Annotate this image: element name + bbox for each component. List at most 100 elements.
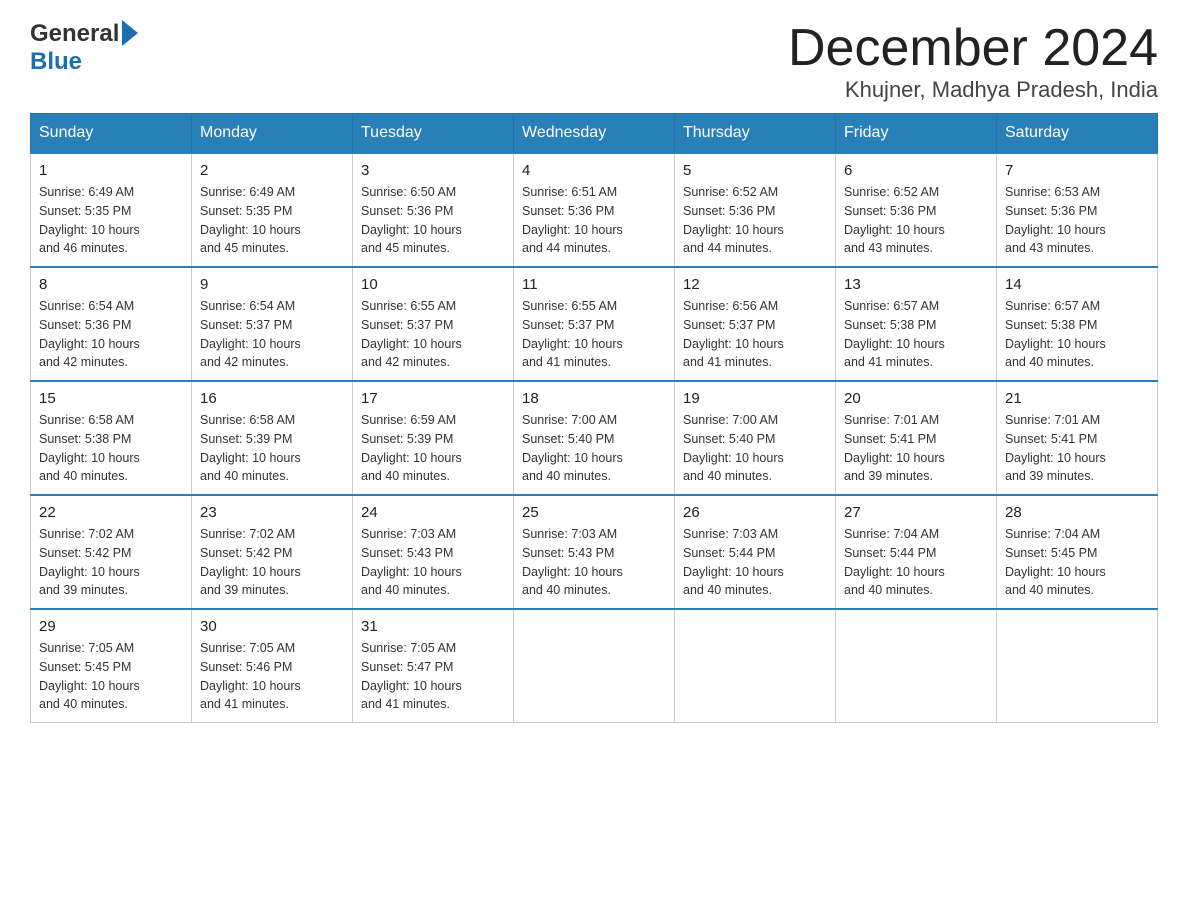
day-number: 4 xyxy=(522,162,666,179)
day-number: 6 xyxy=(844,162,988,179)
calendar-week-row: 8 Sunrise: 6:54 AM Sunset: 5:36 PM Dayli… xyxy=(31,267,1158,381)
day-info: Sunrise: 6:52 AM Sunset: 5:36 PM Dayligh… xyxy=(844,183,988,258)
col-header-saturday: Saturday xyxy=(997,114,1158,154)
day-number: 31 xyxy=(361,618,505,635)
col-header-wednesday: Wednesday xyxy=(514,114,675,154)
day-info: Sunrise: 6:59 AM Sunset: 5:39 PM Dayligh… xyxy=(361,411,505,486)
calendar-cell: 20 Sunrise: 7:01 AM Sunset: 5:41 PM Dayl… xyxy=(836,381,997,495)
calendar-cell: 2 Sunrise: 6:49 AM Sunset: 5:35 PM Dayli… xyxy=(192,153,353,267)
calendar-week-row: 29 Sunrise: 7:05 AM Sunset: 5:45 PM Dayl… xyxy=(31,609,1158,723)
calendar-week-row: 15 Sunrise: 6:58 AM Sunset: 5:38 PM Dayl… xyxy=(31,381,1158,495)
calendar-cell: 22 Sunrise: 7:02 AM Sunset: 5:42 PM Dayl… xyxy=(31,495,192,609)
page-header: General Blue December 2024 Khujner, Madh… xyxy=(30,20,1158,103)
calendar-cell: 3 Sunrise: 6:50 AM Sunset: 5:36 PM Dayli… xyxy=(353,153,514,267)
day-number: 19 xyxy=(683,390,827,407)
location-text: Khujner, Madhya Pradesh, India xyxy=(788,77,1158,103)
day-number: 7 xyxy=(1005,162,1149,179)
calendar-cell: 29 Sunrise: 7:05 AM Sunset: 5:45 PM Dayl… xyxy=(31,609,192,723)
day-info: Sunrise: 7:02 AM Sunset: 5:42 PM Dayligh… xyxy=(39,525,183,600)
day-number: 9 xyxy=(200,276,344,293)
calendar-cell: 16 Sunrise: 6:58 AM Sunset: 5:39 PM Dayl… xyxy=(192,381,353,495)
day-number: 26 xyxy=(683,504,827,521)
logo-blue-text: Blue xyxy=(30,48,138,76)
day-number: 30 xyxy=(200,618,344,635)
calendar-cell xyxy=(514,609,675,723)
day-info: Sunrise: 7:00 AM Sunset: 5:40 PM Dayligh… xyxy=(522,411,666,486)
calendar-week-row: 22 Sunrise: 7:02 AM Sunset: 5:42 PM Dayl… xyxy=(31,495,1158,609)
day-info: Sunrise: 7:03 AM Sunset: 5:43 PM Dayligh… xyxy=(361,525,505,600)
day-info: Sunrise: 6:54 AM Sunset: 5:37 PM Dayligh… xyxy=(200,297,344,372)
col-header-friday: Friday xyxy=(836,114,997,154)
calendar-cell: 11 Sunrise: 6:55 AM Sunset: 5:37 PM Dayl… xyxy=(514,267,675,381)
logo: General Blue xyxy=(30,20,138,76)
day-info: Sunrise: 6:57 AM Sunset: 5:38 PM Dayligh… xyxy=(844,297,988,372)
day-number: 10 xyxy=(361,276,505,293)
day-info: Sunrise: 6:58 AM Sunset: 5:39 PM Dayligh… xyxy=(200,411,344,486)
calendar-cell: 30 Sunrise: 7:05 AM Sunset: 5:46 PM Dayl… xyxy=(192,609,353,723)
day-info: Sunrise: 6:49 AM Sunset: 5:35 PM Dayligh… xyxy=(200,183,344,258)
col-header-sunday: Sunday xyxy=(31,114,192,154)
day-number: 23 xyxy=(200,504,344,521)
day-info: Sunrise: 7:01 AM Sunset: 5:41 PM Dayligh… xyxy=(1005,411,1149,486)
day-number: 21 xyxy=(1005,390,1149,407)
calendar-cell: 27 Sunrise: 7:04 AM Sunset: 5:44 PM Dayl… xyxy=(836,495,997,609)
day-number: 17 xyxy=(361,390,505,407)
calendar-cell: 12 Sunrise: 6:56 AM Sunset: 5:37 PM Dayl… xyxy=(675,267,836,381)
day-info: Sunrise: 6:55 AM Sunset: 5:37 PM Dayligh… xyxy=(361,297,505,372)
calendar-header-row: SundayMondayTuesdayWednesdayThursdayFrid… xyxy=(31,114,1158,154)
day-number: 1 xyxy=(39,162,183,179)
calendar-cell xyxy=(997,609,1158,723)
calendar-cell xyxy=(675,609,836,723)
title-section: December 2024 Khujner, Madhya Pradesh, I… xyxy=(788,20,1158,103)
calendar-cell: 24 Sunrise: 7:03 AM Sunset: 5:43 PM Dayl… xyxy=(353,495,514,609)
day-info: Sunrise: 7:03 AM Sunset: 5:43 PM Dayligh… xyxy=(522,525,666,600)
day-info: Sunrise: 6:53 AM Sunset: 5:36 PM Dayligh… xyxy=(1005,183,1149,258)
day-info: Sunrise: 6:54 AM Sunset: 5:36 PM Dayligh… xyxy=(39,297,183,372)
day-number: 14 xyxy=(1005,276,1149,293)
calendar-cell: 15 Sunrise: 6:58 AM Sunset: 5:38 PM Dayl… xyxy=(31,381,192,495)
calendar-cell: 9 Sunrise: 6:54 AM Sunset: 5:37 PM Dayli… xyxy=(192,267,353,381)
day-number: 2 xyxy=(200,162,344,179)
day-number: 11 xyxy=(522,276,666,293)
calendar-cell: 8 Sunrise: 6:54 AM Sunset: 5:36 PM Dayli… xyxy=(31,267,192,381)
day-number: 5 xyxy=(683,162,827,179)
day-number: 3 xyxy=(361,162,505,179)
day-info: Sunrise: 6:57 AM Sunset: 5:38 PM Dayligh… xyxy=(1005,297,1149,372)
day-number: 15 xyxy=(39,390,183,407)
calendar-cell: 28 Sunrise: 7:04 AM Sunset: 5:45 PM Dayl… xyxy=(997,495,1158,609)
col-header-tuesday: Tuesday xyxy=(353,114,514,154)
logo-line1: General xyxy=(30,20,138,48)
calendar-cell: 14 Sunrise: 6:57 AM Sunset: 5:38 PM Dayl… xyxy=(997,267,1158,381)
logo-arrow-icon xyxy=(122,20,138,46)
calendar-cell: 13 Sunrise: 6:57 AM Sunset: 5:38 PM Dayl… xyxy=(836,267,997,381)
calendar-cell: 19 Sunrise: 7:00 AM Sunset: 5:40 PM Dayl… xyxy=(675,381,836,495)
day-info: Sunrise: 6:56 AM Sunset: 5:37 PM Dayligh… xyxy=(683,297,827,372)
col-header-monday: Monday xyxy=(192,114,353,154)
day-number: 27 xyxy=(844,504,988,521)
calendar-cell: 5 Sunrise: 6:52 AM Sunset: 5:36 PM Dayli… xyxy=(675,153,836,267)
day-info: Sunrise: 6:55 AM Sunset: 5:37 PM Dayligh… xyxy=(522,297,666,372)
day-info: Sunrise: 6:49 AM Sunset: 5:35 PM Dayligh… xyxy=(39,183,183,258)
logo-general-text: General xyxy=(30,20,119,48)
calendar-cell: 26 Sunrise: 7:03 AM Sunset: 5:44 PM Dayl… xyxy=(675,495,836,609)
calendar-cell: 4 Sunrise: 6:51 AM Sunset: 5:36 PM Dayli… xyxy=(514,153,675,267)
day-number: 29 xyxy=(39,618,183,635)
calendar-cell: 1 Sunrise: 6:49 AM Sunset: 5:35 PM Dayli… xyxy=(31,153,192,267)
calendar-cell xyxy=(836,609,997,723)
calendar-cell: 10 Sunrise: 6:55 AM Sunset: 5:37 PM Dayl… xyxy=(353,267,514,381)
day-number: 8 xyxy=(39,276,183,293)
day-info: Sunrise: 6:58 AM Sunset: 5:38 PM Dayligh… xyxy=(39,411,183,486)
day-info: Sunrise: 7:05 AM Sunset: 5:47 PM Dayligh… xyxy=(361,639,505,714)
calendar-cell: 31 Sunrise: 7:05 AM Sunset: 5:47 PM Dayl… xyxy=(353,609,514,723)
logo-wrapper: General Blue xyxy=(30,20,138,76)
day-info: Sunrise: 7:02 AM Sunset: 5:42 PM Dayligh… xyxy=(200,525,344,600)
day-info: Sunrise: 6:51 AM Sunset: 5:36 PM Dayligh… xyxy=(522,183,666,258)
day-info: Sunrise: 7:00 AM Sunset: 5:40 PM Dayligh… xyxy=(683,411,827,486)
col-header-thursday: Thursday xyxy=(675,114,836,154)
day-info: Sunrise: 6:52 AM Sunset: 5:36 PM Dayligh… xyxy=(683,183,827,258)
day-info: Sunrise: 7:01 AM Sunset: 5:41 PM Dayligh… xyxy=(844,411,988,486)
calendar-cell: 7 Sunrise: 6:53 AM Sunset: 5:36 PM Dayli… xyxy=(997,153,1158,267)
month-title: December 2024 xyxy=(788,20,1158,77)
day-info: Sunrise: 7:04 AM Sunset: 5:45 PM Dayligh… xyxy=(1005,525,1149,600)
day-number: 13 xyxy=(844,276,988,293)
